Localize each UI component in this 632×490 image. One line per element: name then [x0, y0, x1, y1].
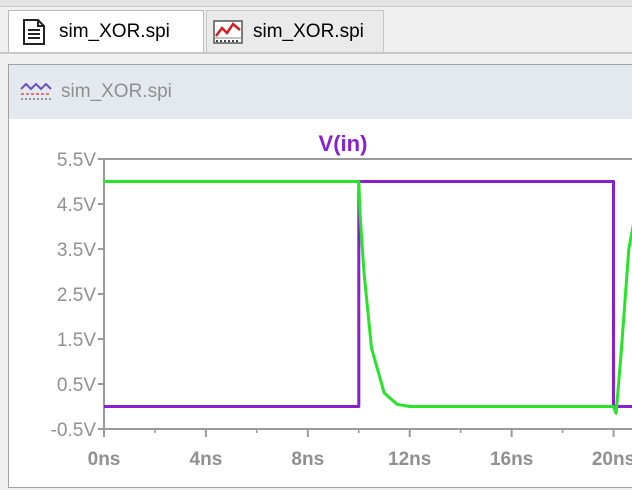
plot-axes — [103, 158, 632, 430]
y-tick-label: 1.5V — [57, 330, 96, 351]
x-tick-label: 16ns — [490, 449, 533, 470]
trace-output — [104, 180, 632, 415]
netlist-document-icon — [17, 17, 51, 47]
x-tick-label: 0ns — [88, 449, 121, 470]
x-tick-label: 4ns — [190, 449, 223, 470]
tab-label: sim_XOR.spi — [59, 20, 170, 42]
window-title-bar[interactable]: sim_XOR.spi — [9, 65, 632, 119]
x-tick-label: 20ns — [592, 449, 632, 470]
waveform-window-icon — [19, 80, 53, 104]
waveform-plot[interactable]: V(in) 5.5V 4.5V 3.5V 2.5V 1.5V 0.5V -0.5V 0ns 4… — [21, 123, 632, 485]
waveform-chart: V(in) 5.5V 4.5V 3.5V 2.5V 1.5V 0.5V -0.5V 0ns 4… — [51, 131, 632, 470]
window-title: sim_XOR.spi — [61, 81, 172, 102]
y-tick-label: -0.5V — [51, 420, 97, 441]
document-tab-bar: sim_XOR.spi sim_XOR.spi — [0, 0, 632, 58]
tab-waveform[interactable]: sim_XOR.spi — [206, 10, 384, 52]
y-tick-label: 2.5V — [57, 285, 96, 306]
y-tick-label: 4.5V — [57, 195, 96, 216]
tab-label: sim_XOR.spi — [253, 20, 364, 42]
plot-traces — [104, 180, 632, 415]
waveform-window: sim_XOR.spi V(in) 5.5V 4.5V 3.5V 2.5V 1.5V 0.… — [8, 64, 632, 488]
tab-bar-separator — [0, 52, 632, 54]
trace-v-in — [104, 180, 632, 408]
tab-bar-top-edge — [0, 0, 632, 7]
y-axis-ticks: 5.5V 4.5V 3.5V 2.5V 1.5V 0.5V -0.5V — [51, 150, 104, 441]
x-tick-label: 8ns — [291, 449, 324, 470]
tab-netlist[interactable]: sim_XOR.spi — [8, 10, 204, 52]
x-tick-label: 12ns — [388, 449, 431, 470]
y-tick-label: 5.5V — [57, 150, 96, 171]
waveform-icon — [211, 17, 245, 47]
y-tick-label: 3.5V — [57, 240, 96, 261]
chart-title: V(in) — [319, 131, 368, 156]
y-tick-label: 0.5V — [57, 375, 96, 396]
x-axis-ticks: 0ns 4ns 8ns 12ns 16ns 20ns — [88, 429, 632, 470]
